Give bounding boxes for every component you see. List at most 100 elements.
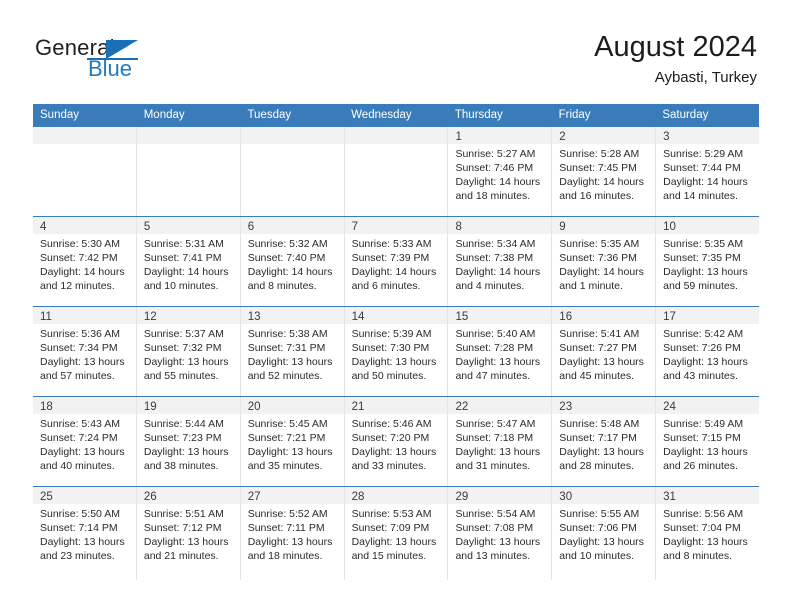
day-number: 21 <box>351 401 365 413</box>
calendar-day-cell[interactable]: 25 Sunrise: 5:50 AM Sunset: 7:14 PM Dayligh… <box>33 487 137 580</box>
calendar-grid: Sunday Monday Tuesday Wednesday Thursday Frid… <box>33 104 760 580</box>
calendar-day-cell[interactable]: 14 Sunrise: 5:39 AM Sunset: 7:30 PM Dayligh… <box>344 307 449 396</box>
calendar-day-cell[interactable]: 31 Sunrise: 5:56 AM Sunset: 7:04 PM Dayligh… <box>656 487 760 580</box>
calendar-day-cell[interactable]: 7 Sunrise: 5:33 AM Sunset: 7:39 PM Daylight… <box>344 217 449 306</box>
calendar-day-cell[interactable]: 13 Sunrise: 5:38 AM Sunset: 7:31 PM Dayligh… <box>240 307 345 396</box>
day-details: Sunrise: 5:48 AM Sunset: 7:17 PM Daylight:… <box>552 414 655 473</box>
day-detail-line: Sunrise: 5:46 AM <box>351 418 432 430</box>
day-detail-line: and 8 minutes. <box>663 550 733 562</box>
day-detail-line: Daylight: 13 hours <box>559 356 644 368</box>
day-number: 19 <box>143 401 157 413</box>
day-detail-line: and 55 minutes. <box>143 370 219 382</box>
day-detail-line: Sunrise: 5:31 AM <box>143 238 224 250</box>
day-details: Sunrise: 5:28 AM Sunset: 7:45 PM Daylight:… <box>552 144 655 203</box>
day-number: 1 <box>455 131 462 143</box>
calendar-day-cell[interactable]: 10 Sunrise: 5:35 AM Sunset: 7:35 PM Dayligh… <box>656 217 760 306</box>
calendar-day-cell[interactable]: 26 Sunrise: 5:51 AM Sunset: 7:12 PM Dayligh… <box>136 487 241 580</box>
day-detail-line: Sunset: 7:34 PM <box>40 342 118 354</box>
day-detail-line: Sunrise: 5:41 AM <box>559 328 640 340</box>
calendar-week-row: 1 Sunrise: 5:27 AM Sunset: 7:46 PM Daylight… <box>33 126 760 216</box>
day-number-band: 15 <box>448 307 552 324</box>
day-detail-line: Daylight: 14 hours <box>143 266 229 278</box>
calendar-day-cell[interactable]: 20 Sunrise: 5:45 AM Sunset: 7:21 PM Dayligh… <box>240 397 345 486</box>
calendar-day-cell[interactable]: 6 Sunrise: 5:32 AM Sunset: 7:40 PM Daylight… <box>240 217 345 306</box>
day-detail-line: Daylight: 14 hours <box>40 266 125 278</box>
day-number: 9 <box>559 221 566 233</box>
calendar-day-cell[interactable]: 15 Sunrise: 5:40 AM Sunset: 7:28 PM Dayligh… <box>448 307 553 396</box>
calendar-day-cell[interactable]: 5 Sunrise: 5:31 AM Sunset: 7:41 PM Daylight… <box>136 217 241 306</box>
day-detail-line: Sunset: 7:11 PM <box>247 522 325 534</box>
day-number: 16 <box>559 311 573 323</box>
calendar-day-cell[interactable]: 16 Sunrise: 5:41 AM Sunset: 7:27 PM Dayligh… <box>552 307 657 396</box>
day-details: Sunrise: 5:50 AM Sunset: 7:14 PM Daylight:… <box>33 504 136 563</box>
day-detail-line: Sunrise: 5:27 AM <box>455 148 536 160</box>
day-number: 27 <box>247 491 261 503</box>
calendar-day-cell[interactable]: 23 Sunrise: 5:48 AM Sunset: 7:17 PM Dayligh… <box>552 397 657 486</box>
day-detail-line: and 10 minutes. <box>143 280 219 292</box>
day-detail-line: Sunrise: 5:42 AM <box>663 328 744 340</box>
calendar-day-cell[interactable]: 27 Sunrise: 5:52 AM Sunset: 7:11 PM Dayligh… <box>240 487 345 580</box>
day-detail-line: Sunset: 7:28 PM <box>455 342 534 354</box>
day-details: Sunrise: 5:31 AM Sunset: 7:41 PM Daylight:… <box>137 234 240 293</box>
day-detail-line: Sunset: 7:42 PM <box>40 252 118 264</box>
calendar-day-cell[interactable]: 21 Sunrise: 5:46 AM Sunset: 7:20 PM Dayligh… <box>344 397 449 486</box>
day-number-band: 28 <box>344 487 448 504</box>
day-details <box>137 144 240 147</box>
day-detail-line: Daylight: 13 hours <box>351 356 437 368</box>
general-blue-logo[interactable]: General Blue <box>35 36 225 86</box>
calendar-day-cell[interactable]: 9 Sunrise: 5:35 AM Sunset: 7:36 PM Daylight… <box>552 217 657 306</box>
day-details: Sunrise: 5:38 AM Sunset: 7:31 PM Daylight:… <box>241 324 344 383</box>
calendar-day-cell[interactable]: 28 Sunrise: 5:53 AM Sunset: 7:09 PM Dayligh… <box>344 487 449 580</box>
day-detail-line: Sunset: 7:45 PM <box>559 162 637 174</box>
day-number-band <box>240 127 344 144</box>
day-details: Sunrise: 5:55 AM Sunset: 7:06 PM Daylight:… <box>552 504 655 563</box>
day-detail-line: Sunrise: 5:40 AM <box>455 328 536 340</box>
day-detail-line: and 16 minutes. <box>559 190 635 202</box>
day-number: 26 <box>143 491 157 503</box>
day-detail-line: Daylight: 13 hours <box>247 446 333 458</box>
calendar-day-cell[interactable]: 2 Sunrise: 5:28 AM Sunset: 7:45 PM Daylight… <box>552 127 657 216</box>
day-number: 22 <box>455 401 469 413</box>
day-detail-line: Sunrise: 5:54 AM <box>455 508 536 520</box>
calendar-day-cell[interactable]: 11 Sunrise: 5:36 AM Sunset: 7:34 PM Dayligh… <box>33 307 137 396</box>
calendar-day-cell[interactable]: 4 Sunrise: 5:30 AM Sunset: 7:42 PM Daylight… <box>33 217 137 306</box>
day-number-band: 23 <box>552 397 656 414</box>
day-number-band: 21 <box>344 397 448 414</box>
day-details: Sunrise: 5:49 AM Sunset: 7:15 PM Daylight:… <box>656 414 759 473</box>
day-number-band: 5 <box>136 217 240 234</box>
day-number: 14 <box>351 311 365 323</box>
day-detail-line: and 47 minutes. <box>455 370 531 382</box>
calendar-day-cell[interactable]: 24 Sunrise: 5:49 AM Sunset: 7:15 PM Dayligh… <box>656 397 760 486</box>
calendar-day-cell[interactable]: 18 Sunrise: 5:43 AM Sunset: 7:24 PM Dayligh… <box>33 397 137 486</box>
day-details: Sunrise: 5:52 AM Sunset: 7:11 PM Daylight:… <box>241 504 344 563</box>
day-detail-line: Daylight: 14 hours <box>559 266 644 278</box>
day-number: 17 <box>663 311 676 323</box>
day-detail-line: Sunset: 7:26 PM <box>663 342 741 354</box>
day-number: 3 <box>663 131 670 143</box>
day-detail-line: Sunset: 7:23 PM <box>143 432 222 444</box>
calendar-day-cell[interactable]: 29 Sunrise: 5:54 AM Sunset: 7:08 PM Dayligh… <box>448 487 553 580</box>
day-detail-line: Daylight: 13 hours <box>663 356 748 368</box>
day-detail-line: Sunset: 7:32 PM <box>143 342 222 354</box>
day-number: 23 <box>559 401 573 413</box>
calendar-day-cell[interactable]: 17 Sunrise: 5:42 AM Sunset: 7:26 PM Dayligh… <box>656 307 760 396</box>
calendar-day-cell[interactable]: 3 Sunrise: 5:29 AM Sunset: 7:44 PM Daylight… <box>656 127 760 216</box>
calendar-day-cell[interactable]: 19 Sunrise: 5:44 AM Sunset: 7:23 PM Dayligh… <box>136 397 241 486</box>
day-detail-line: Sunset: 7:17 PM <box>559 432 637 444</box>
day-detail-line: Sunset: 7:21 PM <box>247 432 326 444</box>
title-block: August 2024 Aybasti, Turkey <box>594 30 757 87</box>
day-detail-line: Sunrise: 5:43 AM <box>40 418 120 430</box>
day-number: 4 <box>40 221 47 233</box>
calendar-day-cell[interactable]: 1 Sunrise: 5:27 AM Sunset: 7:46 PM Daylight… <box>448 127 553 216</box>
calendar-day-cell[interactable]: 22 Sunrise: 5:47 AM Sunset: 7:18 PM Dayligh… <box>448 397 553 486</box>
day-detail-line: Daylight: 14 hours <box>559 176 644 188</box>
calendar-day-cell[interactable]: 30 Sunrise: 5:55 AM Sunset: 7:06 PM Dayligh… <box>552 487 657 580</box>
calendar-day-cell[interactable]: 12 Sunrise: 5:37 AM Sunset: 7:32 PM Dayligh… <box>136 307 241 396</box>
day-detail-line: Daylight: 13 hours <box>559 446 644 458</box>
day-detail-line: Sunrise: 5:30 AM <box>40 238 120 250</box>
day-details: Sunrise: 5:35 AM Sunset: 7:35 PM Daylight:… <box>656 234 759 293</box>
day-number: 2 <box>559 131 566 143</box>
day-detail-line: Daylight: 13 hours <box>40 356 125 368</box>
day-detail-line: Sunset: 7:08 PM <box>455 522 534 534</box>
calendar-day-cell[interactable]: 8 Sunrise: 5:34 AM Sunset: 7:38 PM Daylight… <box>448 217 553 306</box>
